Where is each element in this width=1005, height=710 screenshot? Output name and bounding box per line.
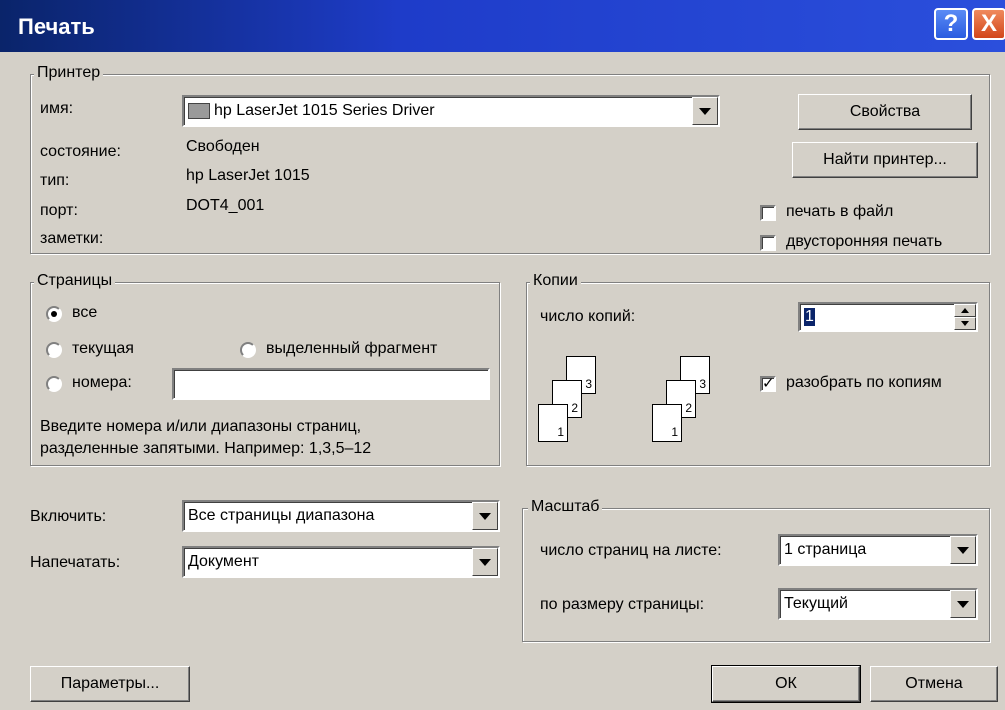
scale-value: Текущий: [784, 595, 848, 612]
pages-all-label: все: [72, 304, 98, 321]
find-printer-button[interactable]: Найти принтер...: [792, 142, 978, 178]
window-title: Печать: [18, 14, 95, 39]
state-value: Свободен: [186, 138, 260, 155]
copies-count-value: 1: [804, 308, 815, 326]
state-label: состояние:: [40, 143, 121, 160]
properties-button[interactable]: Свойства: [798, 94, 972, 130]
print-what-label: Напечатать:: [30, 554, 121, 571]
copies-group-label: Копии: [530, 272, 581, 290]
duplex-checkbox[interactable]: [760, 235, 776, 251]
chevron-down-icon[interactable]: [950, 536, 976, 564]
zoom-group: [522, 508, 990, 642]
chevron-down-icon[interactable]: [950, 590, 976, 618]
copies-count-input[interactable]: 1: [798, 302, 978, 332]
pages-selection-label: выделенный фрагмент: [266, 340, 438, 357]
per-sheet-select[interactable]: 1 страница: [778, 534, 978, 566]
printer-name-label: имя:: [40, 100, 74, 117]
page-icon: 1: [652, 404, 682, 442]
chevron-down-icon[interactable]: [692, 97, 718, 125]
printer-name-value: hp LaserJet 1015 Series Driver: [214, 102, 435, 119]
chevron-down-icon[interactable]: [472, 502, 498, 530]
zoom-group-label: Масштаб: [528, 498, 603, 516]
type-value: hp LaserJet 1015: [186, 167, 310, 184]
ok-button[interactable]: ОК: [712, 666, 860, 702]
pages-current-label: текущая: [72, 340, 134, 357]
pages-numbers-input[interactable]: [172, 368, 490, 400]
pages-selection-radio[interactable]: [240, 342, 256, 358]
include-select[interactable]: Все страницы диапазона: [182, 500, 500, 532]
pages-hint-line-2: разделенные запятыми. Например: 1,3,5–12: [40, 440, 372, 457]
port-label: порт:: [40, 202, 78, 219]
notes-label: заметки:: [40, 230, 104, 247]
type-label: тип:: [40, 172, 70, 189]
help-button[interactable]: ?: [934, 8, 968, 40]
collate-checkbox[interactable]: ✓: [760, 376, 776, 392]
chevron-down-icon[interactable]: [472, 548, 498, 576]
spin-up-icon[interactable]: [954, 304, 976, 317]
copies-count-label: число копий:: [540, 308, 636, 325]
close-button[interactable]: X: [972, 8, 1005, 40]
per-sheet-value: 1 страница: [784, 541, 867, 558]
pages-all-radio[interactable]: [46, 306, 62, 322]
options-button[interactable]: Параметры...: [30, 666, 190, 702]
per-sheet-label: число страниц на листе:: [540, 542, 722, 559]
printer-name-select[interactable]: hp LaserJet 1015 Series Driver: [182, 95, 720, 127]
collate-label: разобрать по копиям: [786, 374, 942, 391]
pages-group-label: Страницы: [34, 272, 116, 290]
print-what-value: Документ: [188, 553, 259, 570]
printer-icon: [188, 103, 210, 119]
spin-down-icon[interactable]: [954, 317, 976, 330]
print-to-file-label: печать в файл: [786, 203, 894, 220]
duplex-label: двусторонняя печать: [786, 233, 943, 250]
print-to-file-checkbox[interactable]: [760, 205, 776, 221]
printer-group-label: Принтер: [34, 64, 104, 82]
pages-numbers-label: номера:: [72, 374, 132, 391]
pages-current-radio[interactable]: [46, 342, 62, 358]
page-icon: 1: [538, 404, 568, 442]
include-label: Включить:: [30, 508, 107, 525]
pages-hint-line-1: Введите номера и/или диапазоны страниц,: [40, 418, 362, 435]
cancel-button[interactable]: Отмена: [870, 666, 998, 702]
print-dialog: Печать ? X Принтер имя: hp LaserJet 1015…: [0, 0, 1005, 710]
print-what-select[interactable]: Документ: [182, 546, 500, 578]
pages-numbers-radio[interactable]: [46, 376, 62, 392]
include-value: Все страницы диапазона: [188, 507, 375, 524]
copies-spinner[interactable]: [954, 304, 976, 330]
title-bar[interactable]: Печать ? X: [0, 0, 1005, 52]
scale-label: по размеру страницы:: [540, 596, 705, 613]
scale-select[interactable]: Текущий: [778, 588, 978, 620]
port-value: DOT4_001: [186, 197, 265, 214]
